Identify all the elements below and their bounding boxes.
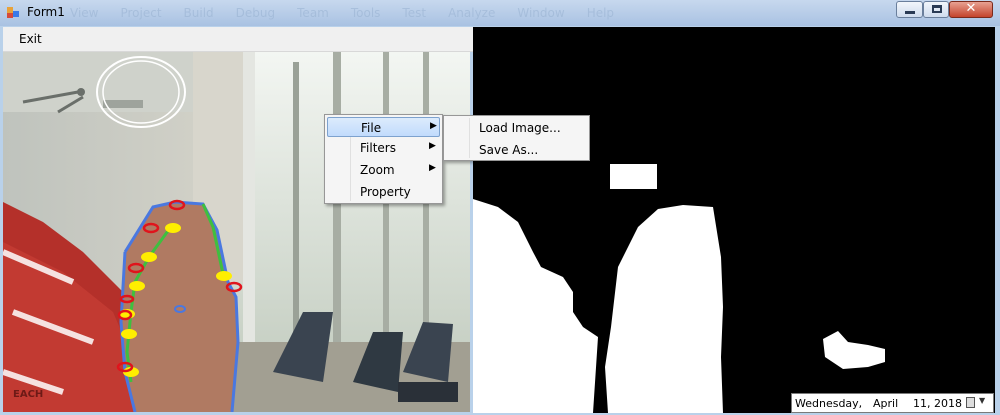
maximize-button[interactable] [923,1,949,18]
context-menu-item-file[interactable]: File ▶ [327,117,440,137]
menu-exit[interactable]: Exit [19,32,42,46]
minimize-icon [905,11,915,14]
close-button[interactable]: ✕ [949,1,993,18]
close-icon: ✕ [965,1,977,16]
context-menu-item-zoom[interactable]: Zoom ▶ [327,160,440,180]
context-menu: File ▶ Filters ▶ Zoom ▶ Property [324,114,443,204]
menu-bar: Exit [3,27,473,52]
binary-mask-panel[interactable] [473,27,995,413]
menu-item-save-as[interactable]: Save As... [446,140,587,160]
context-menu-item-filters[interactable]: Filters ▶ [327,138,440,158]
context-menu-item-property[interactable]: Property [327,182,440,202]
calendar-icon [966,397,975,408]
background-ide-menu: View Project Build Debug Team Tools Test Analyz… [70,6,615,20]
webcam-image: EACH [3,52,470,412]
binary-mask-image [473,27,995,413]
date-picker[interactable]: Wednesday, April 11, 2018 ▼ [791,393,994,413]
date-dropdown-button[interactable]: ▼ [964,396,990,410]
minimize-button[interactable] [896,1,923,18]
maximize-icon [932,5,942,13]
window-title: Form1 [27,5,65,19]
app-icon [7,7,19,18]
menu-item-load-image[interactable]: Load Image... [446,118,587,138]
date-day-year: 11, 2018 [913,397,962,410]
submenu-arrow-icon: ▶ [429,163,436,173]
svg-text:EACH: EACH [13,389,43,400]
app-window: View Project Build Debug Team Tools Test Analyz… [0,0,1000,415]
title-bar[interactable]: View Project Build Debug Team Tools Test Analyz… [0,0,1000,26]
webcam-image-panel[interactable]: EACH [3,52,470,412]
submenu-arrow-icon: ▶ [430,121,437,131]
submenu-arrow-icon: ▶ [429,141,436,151]
date-day-name: Wednesday, [795,397,863,410]
date-month: April [873,397,899,410]
chevron-down-icon: ▼ [979,396,986,405]
file-submenu: Load Image... Save As... [443,115,590,161]
